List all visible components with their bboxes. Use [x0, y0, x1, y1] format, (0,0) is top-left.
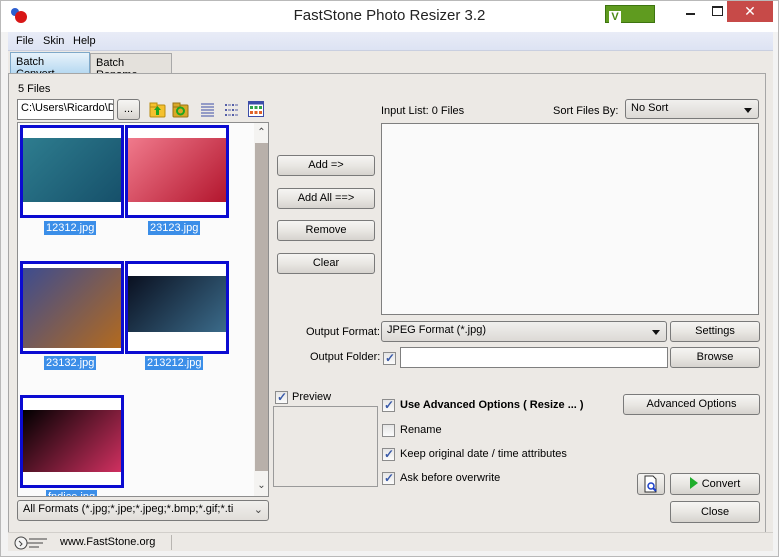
use-advanced-options-label: Use Advanced Options ( Resize ... ) — [400, 399, 584, 411]
thumbnail-item[interactable] — [125, 125, 229, 218]
thumbnail-view-icon[interactable] — [248, 101, 264, 117]
chevron-down-icon: ⌄ — [253, 504, 263, 516]
keep-date-checkbox[interactable] — [382, 447, 395, 461]
output-folder-input[interactable] — [400, 347, 668, 368]
browse-output-button[interactable]: Browse — [670, 347, 760, 368]
add-button[interactable]: Add => — [277, 155, 375, 176]
thumbnail-image — [23, 410, 121, 472]
sort-files-value: No Sort — [631, 102, 669, 114]
input-list-label: Input List: 0 Files — [381, 105, 465, 117]
tab-batch-rename[interactable]: Batch Rename — [90, 53, 172, 81]
close-window-button[interactable]: ✕ — [727, 1, 773, 22]
folder-refresh-icon[interactable] — [172, 101, 189, 118]
preview-pane — [273, 406, 378, 487]
thumbnail-image — [128, 276, 226, 332]
thumbnail-image — [128, 138, 226, 202]
title-bar[interactable]: FastStone Photo Resizer 3.2 VShare ✕ — [1, 1, 778, 39]
menu-bar: File Skin Help — [8, 32, 773, 51]
details-view-icon[interactable] — [200, 102, 215, 117]
add-all-button[interactable]: Add All ==> — [277, 188, 375, 209]
thumbnail-item[interactable] — [20, 125, 124, 218]
advanced-options-button[interactable]: Advanced Options — [623, 394, 760, 415]
browse-folder-button[interactable]: ... — [117, 99, 140, 120]
output-format-dropdown[interactable]: JPEG Format (*.jpg) — [381, 321, 667, 342]
thumbnail-label[interactable]: 23132.jpg — [44, 356, 97, 370]
thumbnail-label[interactable]: 23123.jpg — [148, 221, 201, 235]
tab-batch-convert[interactable]: Batch Convert — [10, 52, 90, 80]
output-format-label: Output Format: — [306, 326, 380, 338]
clear-button[interactable]: Clear — [277, 253, 375, 274]
scroll-down-icon[interactable]: ⌄ — [254, 478, 268, 494]
ask-overwrite-checkbox[interactable] — [382, 471, 395, 485]
output-folder-checkbox[interactable] — [383, 351, 396, 365]
share-button[interactable]: VShare — [605, 5, 655, 39]
rename-label: Rename — [400, 424, 442, 436]
file-type-filter[interactable]: All Formats (*.jpg;*.jpe;*.jpeg;*.bmp;*.… — [17, 500, 269, 521]
folder-path-input[interactable]: C:\Users\Ricardo\D — [17, 99, 114, 120]
menu-file[interactable]: File — [16, 35, 34, 47]
use-advanced-options-checkbox[interactable] — [382, 398, 395, 412]
output-folder-label: Output Folder: — [310, 351, 381, 363]
thumbnail-image — [23, 138, 121, 202]
preview-file-button[interactable] — [637, 473, 665, 495]
thumbnail-image — [23, 268, 121, 348]
share-logo-icon: V — [609, 11, 621, 24]
remove-button[interactable]: Remove — [277, 220, 375, 241]
client-area: File Skin Help Batch Convert Batch Renam… — [8, 32, 773, 551]
dropdown-arrow-icon — [652, 330, 660, 335]
file-type-filter-value: All Formats (*.jpg;*.jpe;*.jpeg;*.bmp;*.… — [23, 503, 234, 515]
ask-overwrite-label: Ask before overwrite — [400, 472, 501, 484]
folder-up-icon[interactable] — [149, 101, 166, 118]
status-bar: www.FastStone.org — [8, 532, 773, 551]
preview-checkbox[interactable] — [275, 390, 288, 404]
scrollbar-thumb[interactable] — [255, 143, 268, 471]
close-button[interactable]: Close — [670, 501, 760, 523]
preview-label: Preview — [292, 391, 332, 403]
file-count: 5 Files — [18, 83, 51, 95]
convert-label: Convert — [701, 478, 741, 490]
menu-help[interactable]: Help — [73, 35, 96, 47]
thumbnail-label[interactable]: 213212.jpg — [145, 356, 204, 370]
rename-checkbox[interactable] — [382, 424, 395, 437]
output-format-value: JPEG Format (*.jpg) — [387, 324, 487, 336]
thumbnail-item[interactable] — [125, 261, 229, 354]
thumbnail-scrollbar[interactable]: ⌃ ⌄ — [254, 123, 268, 496]
thumbnail-item[interactable] — [20, 261, 124, 354]
thumbnail-item[interactable] — [20, 395, 124, 488]
status-divider — [171, 535, 172, 550]
batch-convert-panel: 5 Files C:\Users\Ricardo\D ... 12312.jpg… — [8, 73, 766, 551]
thumbnail-label[interactable]: fndice.jpg — [46, 490, 98, 496]
keep-date-label: Keep original date / time attributes — [400, 448, 567, 460]
sort-files-dropdown[interactable]: No Sort — [625, 99, 759, 119]
faststone-logo-icon — [14, 536, 47, 550]
thumbnail-browser[interactable]: 12312.jpg 23123.jpg 23132.jpg 213212.jpg… — [17, 122, 269, 497]
minimize-button[interactable] — [678, 1, 704, 22]
convert-button[interactable]: Convert — [670, 473, 760, 495]
app-window: FastStone Photo Resizer 3.2 VShare ✕ Fil… — [0, 0, 779, 557]
scroll-up-icon[interactable]: ⌃ — [254, 125, 268, 141]
magnify-document-icon — [644, 475, 657, 493]
play-icon — [689, 477, 698, 489]
sort-files-label: Sort Files By: — [553, 105, 619, 117]
window-title: FastStone Photo Resizer 3.2 — [293, 7, 486, 24]
list-view-icon[interactable] — [224, 102, 239, 117]
dropdown-arrow-icon — [744, 108, 752, 113]
menu-skin[interactable]: Skin — [43, 35, 64, 47]
thumbnail-label[interactable]: 12312.jpg — [44, 221, 97, 235]
website-link[interactable]: www.FastStone.org — [60, 536, 155, 548]
input-file-list[interactable] — [381, 123, 759, 315]
settings-button[interactable]: Settings — [670, 321, 760, 342]
